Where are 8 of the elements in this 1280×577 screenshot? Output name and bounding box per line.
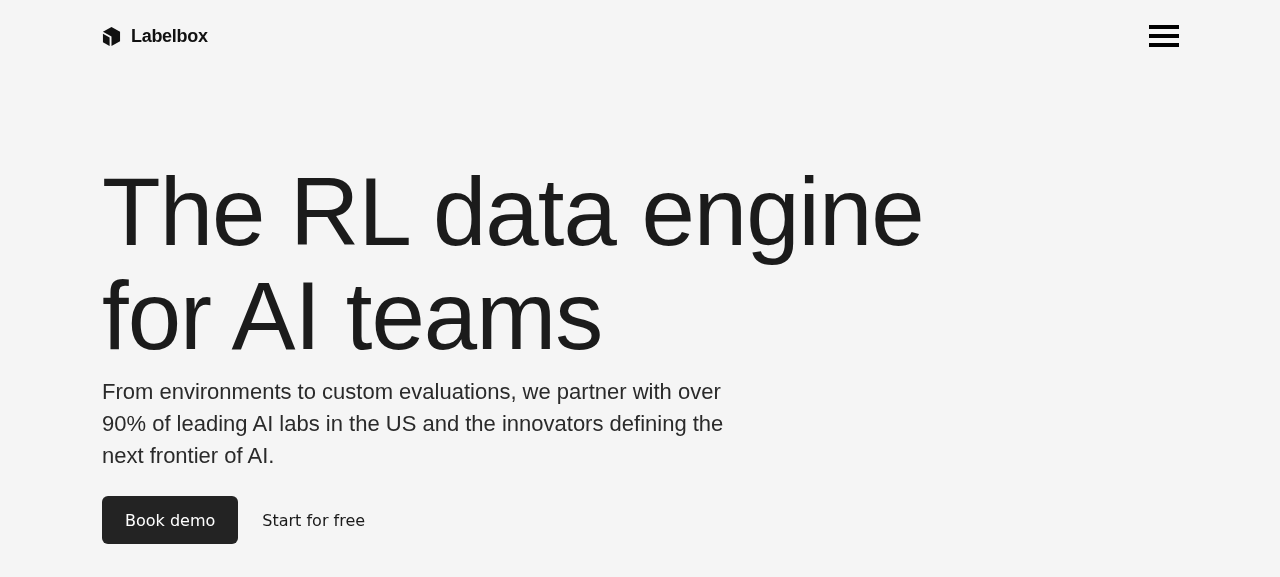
logo-icon [102, 25, 121, 47]
headline: The RL data engine [102, 160, 924, 264]
book-demo-button[interactable]: Book demo [102, 496, 239, 544]
start-link[interactable]: Start for free [262, 510, 366, 530]
hero-subtitle: From environments to custom evaluations, we partner with over 90% of leading AI labs in the US and the innovators defining the next frontier of AI. [102, 378, 725, 470]
menu-icon[interactable] [1149, 25, 1179, 47]
logo-text[interactable]: Labelbox [131, 25, 208, 47]
headline: for AI teams [102, 264, 603, 368]
